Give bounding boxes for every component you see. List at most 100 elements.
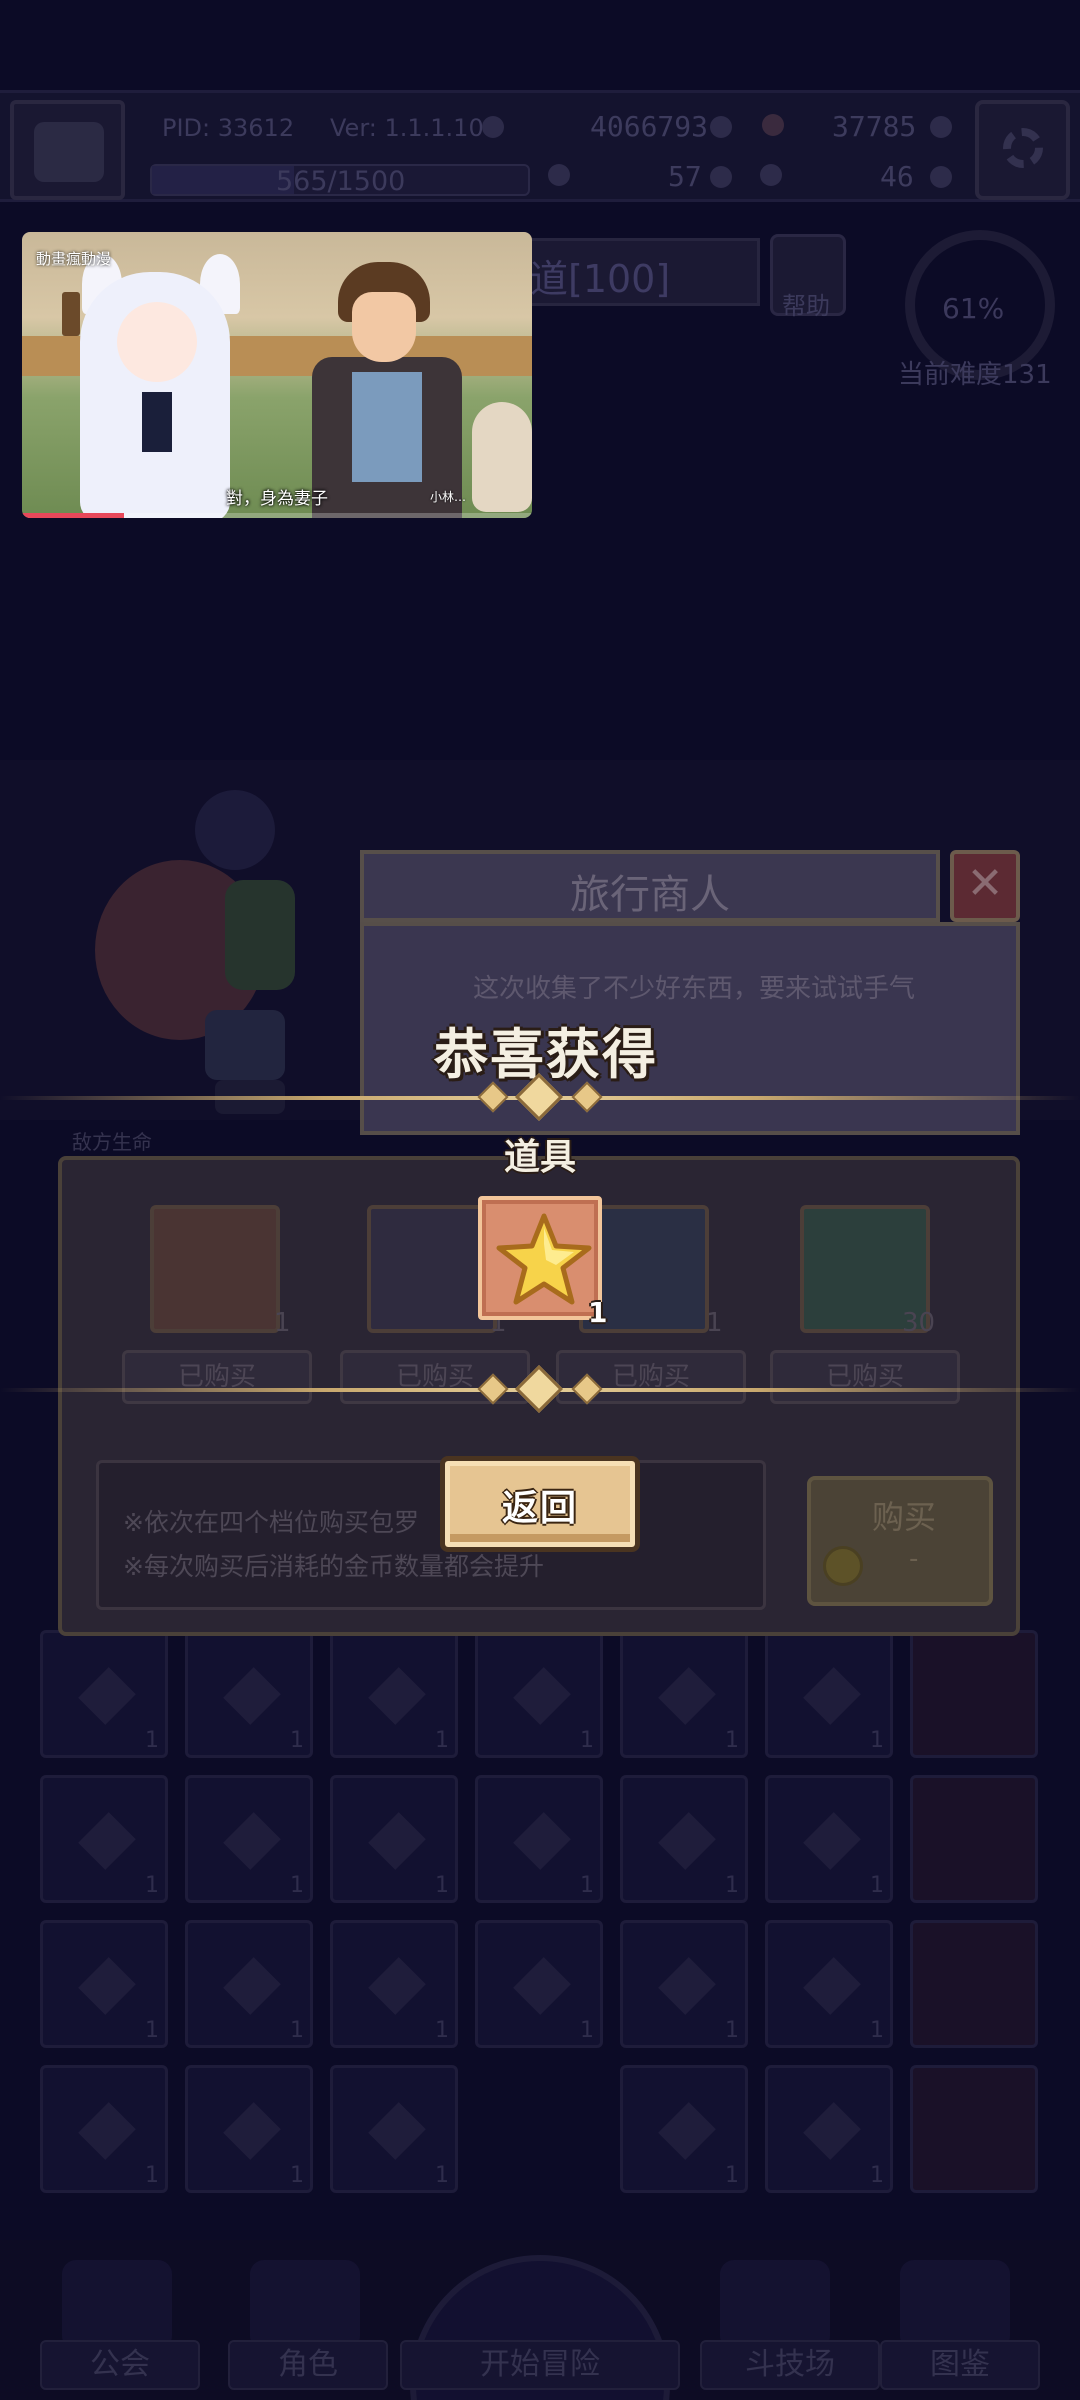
- video-progress[interactable]: [22, 513, 532, 518]
- arena-icon: [720, 2260, 830, 2350]
- inventory-slot-count: 1: [435, 1873, 449, 1898]
- item-icon: [223, 2102, 281, 2160]
- inventory-slot[interactable]: [910, 1630, 1038, 1758]
- coin-count: 4066793: [590, 110, 709, 143]
- close-button[interactable]: ✕: [950, 850, 1020, 922]
- merchant-hint: 这次收集了不少好东西，要来试试手气: [472, 974, 915, 1004]
- inventory-slot-count: 1: [870, 2018, 884, 2043]
- inventory-slot[interactable]: 1: [330, 2065, 458, 2193]
- merchant-title: 旅行商人: [570, 872, 730, 918]
- inventory-slot-count: 1: [580, 2018, 594, 2043]
- inventory-slot[interactable]: 1: [185, 1775, 313, 1903]
- inventory-slot[interactable]: 1: [765, 1775, 893, 1903]
- item-icon: [658, 1957, 716, 2015]
- inventory-slot[interactable]: 1: [185, 2065, 313, 2193]
- video-logo: 動畫瘋動漫: [36, 250, 112, 268]
- inventory-slot-count: 1: [145, 1873, 159, 1898]
- inventory-slot-count: 1: [290, 1873, 304, 1898]
- inventory-slot[interactable]: 1: [185, 1920, 313, 2048]
- inventory-slot[interactable]: 1: [40, 1630, 168, 1758]
- inventory-slot[interactable]: [910, 1775, 1038, 1903]
- item-icon: [803, 1812, 861, 1870]
- slot-purchased-button[interactable]: 已购买: [770, 1350, 960, 1404]
- item-icon: [803, 2102, 861, 2160]
- inventory-slot[interactable]: 1: [475, 1775, 603, 1903]
- buy-price: -: [909, 1544, 919, 1574]
- inventory-slot[interactable]: 1: [40, 2065, 168, 2193]
- slot-count: 30: [902, 1308, 936, 1338]
- slot-count: 1: [706, 1308, 723, 1338]
- shop-slot-star[interactable]: [150, 1205, 280, 1333]
- inventory-slot-count: 1: [725, 1728, 739, 1753]
- video-girl-face: [117, 302, 197, 382]
- inventory-slot-count: 1: [290, 2018, 304, 2043]
- potion-count: 46: [880, 160, 914, 193]
- inventory-slot[interactable]: 1: [330, 1775, 458, 1903]
- potion-plus-icon[interactable]: [930, 166, 952, 188]
- coin-plus-icon[interactable]: [710, 116, 732, 138]
- inventory-slot[interactable]: 1: [620, 1775, 748, 1903]
- inventory-slot[interactable]: 1: [620, 1920, 748, 2048]
- buy-label: 购买: [871, 1498, 936, 1536]
- potion-icon: [760, 164, 782, 186]
- inventory-slot[interactable]: [910, 1920, 1038, 2048]
- inventory-slot[interactable]: 1: [475, 1630, 603, 1758]
- inventory-slot-count: 1: [725, 2163, 739, 2188]
- inventory-slot[interactable]: 1: [765, 1920, 893, 2048]
- clover-plus-icon[interactable]: [710, 166, 732, 188]
- settings-button[interactable]: [975, 100, 1070, 200]
- difficulty-label: 当前难度131: [898, 360, 1052, 390]
- inventory-slot[interactable]: 1: [40, 1775, 168, 1903]
- video-overlay[interactable]: 動畫瘋動漫 對，身為妻子 小林…: [22, 232, 532, 518]
- gem-plus-icon[interactable]: [930, 116, 952, 138]
- inventory-slot[interactable]: 1: [40, 1920, 168, 2048]
- shop-notes: ※依次在四个档位购买包罗 ※每次购买后消耗的金币数量都会提升: [96, 1460, 766, 1610]
- inventory-slot[interactable]: 1: [330, 1630, 458, 1758]
- close-icon: ✕: [966, 858, 1004, 909]
- badge-icon: [482, 116, 504, 138]
- merchant-character: [95, 790, 295, 1114]
- inventory-slot-count: 1: [725, 1873, 739, 1898]
- star-icon: [496, 1213, 592, 1305]
- item-icon: [658, 1667, 716, 1725]
- inventory-slot-count: 1: [580, 1873, 594, 1898]
- item-icon: [223, 1957, 281, 2015]
- game-version: Ver: 1.1.1.10: [330, 114, 484, 142]
- inventory-slot-count: 1: [870, 1873, 884, 1898]
- buy-button[interactable]: 购买 -: [807, 1476, 993, 1606]
- player-id: PID: 33612: [162, 114, 295, 142]
- nav-guild[interactable]: 公会: [40, 2340, 200, 2390]
- item-icon: [223, 1667, 281, 1725]
- inventory-slot[interactable]: 1: [330, 1920, 458, 2048]
- stage-title: 道[100]: [530, 257, 671, 301]
- inventory-slot-count: 1: [290, 2163, 304, 2188]
- inventory-slot[interactable]: [910, 2065, 1038, 2193]
- divider-ornament: [470, 1364, 610, 1414]
- slot-purchased-button[interactable]: 已购买: [122, 1350, 312, 1404]
- shop-note: ※依次在四个档位购买包罗: [123, 1508, 419, 1537]
- nav-start-adventure[interactable]: 开始冒险: [400, 2340, 680, 2390]
- inventory-slot[interactable]: 1: [185, 1630, 313, 1758]
- clover-count: 57: [668, 160, 702, 193]
- inventory-slot[interactable]: 1: [765, 1630, 893, 1758]
- player-avatar[interactable]: [10, 100, 125, 200]
- nav-codex[interactable]: 图鉴: [880, 2340, 1040, 2390]
- item-icon: [513, 1957, 571, 2015]
- merchant-dialog: 旅行商人 ✕ 这次收集了不少好东西，要来试试手气: [360, 850, 1020, 1135]
- nav-character[interactable]: 角色: [228, 2340, 388, 2390]
- ornament-divider-top: [0, 1072, 1080, 1122]
- guild-icon: [62, 2260, 172, 2350]
- inventory-slot[interactable]: 1: [620, 1630, 748, 1758]
- item-icon: [368, 1812, 426, 1870]
- inventory-slot[interactable]: 1: [765, 2065, 893, 2193]
- inventory-slot[interactable]: 1: [475, 1920, 603, 2048]
- item-icon: [658, 1812, 716, 1870]
- game-screen: PID: 33612 Ver: 1.1.1.10 4066793 37785 5…: [0, 0, 1080, 2400]
- nav-arena[interactable]: 斗技场: [700, 2340, 880, 2390]
- inventory-slot-count: 1: [145, 2163, 159, 2188]
- item-icon: [513, 1667, 571, 1725]
- inventory-slot[interactable]: 1: [620, 2065, 748, 2193]
- item-icon: [78, 2102, 136, 2160]
- return-button[interactable]: 返回: [440, 1456, 640, 1552]
- item-icon: [513, 1812, 571, 1870]
